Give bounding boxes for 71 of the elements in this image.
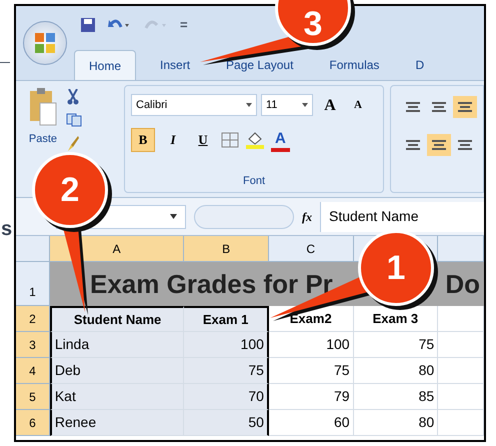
table-cell: Linda (50, 332, 184, 358)
row-header[interactable]: 3 (16, 332, 50, 358)
caret-icon (170, 214, 177, 219)
paste-label[interactable]: Paste (28, 131, 58, 148)
table-cell: 75 (354, 332, 438, 358)
bold-button[interactable]: B (131, 128, 155, 152)
save-icon[interactable] (80, 17, 96, 33)
clipboard-icon[interactable] (28, 87, 58, 127)
table-cell: Student Name (50, 306, 184, 332)
grow-font-button[interactable]: A (317, 94, 343, 116)
table-cell (438, 358, 484, 384)
underline-button[interactable]: U (191, 128, 215, 152)
row-header[interactable]: 2 (16, 306, 50, 332)
table-cell (438, 306, 484, 332)
table-cell: 70 (184, 384, 269, 410)
table-cell: 100 (184, 332, 269, 358)
office-logo-icon (33, 31, 57, 55)
ribbon-tab[interactable]: Page Layout (214, 50, 306, 80)
copy-icon[interactable] (66, 113, 82, 127)
function-button[interactable]: fx (302, 208, 312, 226)
align-icon (405, 101, 421, 113)
table-cell: 50 (184, 410, 269, 436)
table-cell: 75 (268, 358, 354, 384)
caret-icon (302, 103, 308, 107)
table-cell: 75 (184, 358, 269, 384)
row-header[interactable]: 4 (16, 358, 50, 384)
table-cell (438, 332, 484, 358)
table-cell: 79 (268, 384, 354, 410)
align-icon (431, 139, 447, 151)
align-icon (405, 139, 421, 151)
table-cell: Deb (50, 358, 184, 384)
table-cell: 100 (268, 332, 354, 358)
ribbon-tab[interactable]: Insert (148, 50, 202, 80)
align-icon (457, 101, 473, 113)
ribbon-tab[interactable]: D (403, 50, 436, 80)
ribbon-tab[interactable]: Home (74, 50, 136, 80)
title-cell-text: Exam Grades for Pr (90, 268, 333, 300)
font-name-field[interactable]: Calibri (131, 94, 257, 116)
font-size-field[interactable]: 11 (261, 94, 313, 116)
office-button[interactable] (23, 21, 67, 65)
ribbon-tab[interactable]: Formulas (317, 50, 392, 80)
table-cell: Exam 1 (184, 306, 269, 332)
align-button[interactable] (453, 96, 477, 118)
align-button[interactable] (427, 134, 451, 156)
table-cell: 80 (354, 358, 438, 384)
table-cell: 80 (354, 410, 438, 436)
customize-toolbar-glyph[interactable]: = (180, 15, 188, 35)
table-cell: Kat (50, 384, 184, 410)
table-cell (438, 410, 484, 436)
table-cell: 60 (268, 410, 354, 436)
borders-icon[interactable] (221, 132, 239, 148)
table-cell (438, 384, 484, 410)
table-cell: Renee (50, 410, 184, 436)
table-cell: 85 (354, 384, 438, 410)
fill-bucket-icon[interactable] (245, 131, 265, 149)
scissors-icon[interactable] (66, 89, 80, 105)
align-icon (431, 101, 447, 113)
column-header[interactable]: B (184, 236, 269, 262)
shrink-font-button[interactable]: A (347, 94, 369, 116)
caret-icon (246, 103, 252, 107)
group-label: Font (242, 174, 265, 188)
italic-button[interactable]: I (161, 128, 185, 152)
row-header[interactable]: 6 (16, 410, 50, 436)
font-color-button[interactable]: A (271, 128, 290, 152)
title-cell-text: Do (445, 268, 480, 300)
row-header[interactable]: 1 (16, 262, 50, 306)
align-icon (457, 139, 473, 151)
formula-field[interactable]: Student Name (320, 202, 484, 232)
brush-icon[interactable] (66, 135, 80, 151)
row-header[interactable]: 5 (16, 384, 50, 410)
side-text: s (1, 217, 12, 242)
